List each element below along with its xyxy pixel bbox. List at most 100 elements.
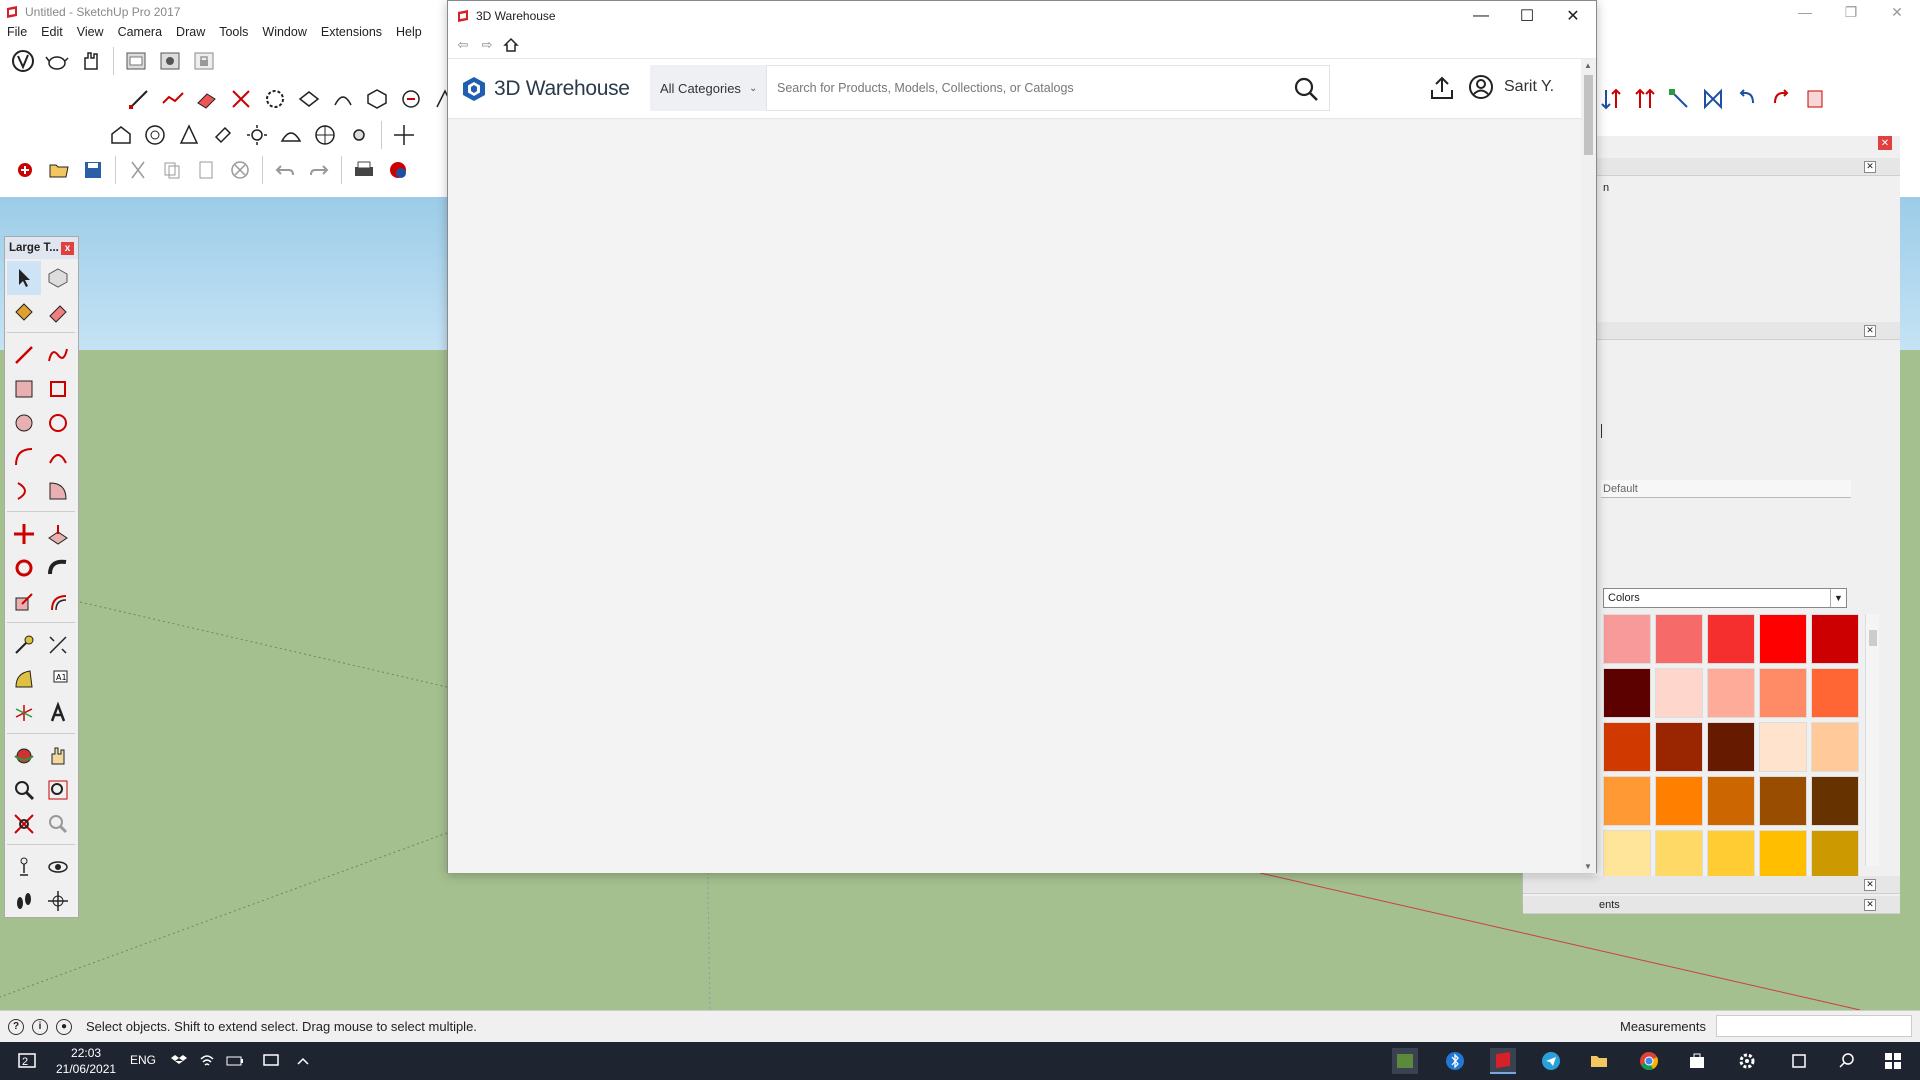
arc-tool-icon[interactable] xyxy=(7,440,41,474)
color-swatch[interactable] xyxy=(1759,722,1807,772)
color-swatch[interactable] xyxy=(1603,668,1651,718)
lock-icon[interactable] xyxy=(189,46,219,76)
rotate-left-icon[interactable] xyxy=(1732,84,1762,114)
freehand-icon[interactable] xyxy=(158,84,188,114)
settings-gear-icon[interactable] xyxy=(1734,1048,1760,1074)
bluetooth-icon[interactable] xyxy=(1442,1048,1468,1074)
geo-location-icon[interactable]: ? xyxy=(8,1018,24,1035)
color-swatch[interactable] xyxy=(1707,722,1755,772)
panel-close-icon[interactable]: ✕ xyxy=(1864,898,1876,911)
search-input[interactable] xyxy=(777,81,1277,95)
polygon-tool-icon[interactable] xyxy=(41,406,75,440)
axes-icon[interactable] xyxy=(1698,84,1728,114)
rectangle-tool-icon[interactable] xyxy=(7,372,41,406)
panel-close-icon[interactable]: ✕ xyxy=(1864,160,1876,173)
globe-icon[interactable] xyxy=(310,120,340,150)
pencil-line-icon[interactable] xyxy=(7,338,41,372)
color-swatch[interactable] xyxy=(1603,722,1651,772)
model-info-icon[interactable] xyxy=(383,155,413,185)
copy-icon[interactable] xyxy=(157,155,187,185)
color-swatch[interactable] xyxy=(1811,668,1859,718)
color-swatch[interactable] xyxy=(1655,776,1703,826)
menu-draw[interactable]: Draw xyxy=(169,25,212,39)
color-swatch[interactable] xyxy=(1603,830,1651,880)
new-file-icon[interactable] xyxy=(10,155,40,185)
color-swatch[interactable] xyxy=(1707,668,1755,718)
material-name-field[interactable]: Default xyxy=(1601,480,1851,498)
menu-window[interactable]: Window xyxy=(255,25,313,39)
open-folder-icon[interactable] xyxy=(44,155,74,185)
scale-icon[interactable] xyxy=(1664,84,1694,114)
erase-icon[interactable] xyxy=(225,155,255,185)
offset-icon[interactable] xyxy=(294,84,324,114)
home-icon[interactable] xyxy=(502,36,520,54)
color-swatch[interactable] xyxy=(1603,614,1651,664)
start-windows-icon[interactable] xyxy=(1880,1048,1906,1074)
color-swatch[interactable] xyxy=(1759,776,1807,826)
warehouse-close-button[interactable]: ✕ xyxy=(1550,1,1596,31)
scroll-up-icon[interactable]: ▲ xyxy=(1584,61,1592,70)
colors-select[interactable]: Colors ▼ xyxy=(1603,588,1847,608)
pan-hand-icon[interactable] xyxy=(41,739,75,773)
upload-icon[interactable] xyxy=(1430,75,1454,101)
color-swatch[interactable] xyxy=(1655,722,1703,772)
move-arrows-icon[interactable] xyxy=(389,120,419,150)
three-point-arc-icon[interactable] xyxy=(7,474,41,508)
cube-icon[interactable] xyxy=(362,84,392,114)
color-swatch[interactable] xyxy=(1707,614,1755,664)
freehand-tool-icon[interactable] xyxy=(41,338,75,372)
component-window-icon[interactable] xyxy=(121,46,151,76)
back-arrow-icon[interactable]: ⇦ xyxy=(454,36,472,54)
make-component-icon[interactable] xyxy=(41,261,75,295)
house-icon[interactable] xyxy=(106,120,136,150)
hand-icon[interactable] xyxy=(76,46,106,76)
search-taskbar-icon[interactable] xyxy=(1834,1048,1860,1074)
menu-view[interactable]: View xyxy=(70,25,111,39)
menu-extensions[interactable]: Extensions xyxy=(314,25,389,39)
credits-icon[interactable]: i xyxy=(32,1018,48,1035)
paint-bucket-icon[interactable] xyxy=(7,295,41,329)
paint-icon[interactable] xyxy=(208,120,238,150)
print-icon[interactable] xyxy=(349,155,379,185)
paste-icon[interactable] xyxy=(191,155,221,185)
orbit-icon[interactable] xyxy=(7,739,41,773)
app-taskbar-icon-1[interactable] xyxy=(1392,1048,1418,1074)
maximize-button[interactable]: ❐ xyxy=(1828,0,1874,24)
color-swatch[interactable] xyxy=(1811,776,1859,826)
select-tool-icon[interactable] xyxy=(7,261,41,295)
measurements-input[interactable] xyxy=(1716,1015,1912,1037)
color-swatch[interactable] xyxy=(1707,776,1755,826)
pull-arrows-icon[interactable] xyxy=(1630,84,1660,114)
undo-icon[interactable] xyxy=(270,155,300,185)
protractor-icon[interactable] xyxy=(7,662,41,696)
scale-tool-icon[interactable] xyxy=(7,585,41,619)
swatch-scrollbar[interactable] xyxy=(1865,614,1879,866)
fog-icon[interactable] xyxy=(344,120,374,150)
cone-icon[interactable] xyxy=(174,120,204,150)
position-camera-icon[interactable] xyxy=(7,850,41,884)
look-around-icon[interactable] xyxy=(41,850,75,884)
battery-icon[interactable] xyxy=(222,1048,248,1074)
warehouse-maximize-button[interactable]: ☐ xyxy=(1504,1,1550,31)
push-arrows-icon[interactable] xyxy=(1596,84,1626,114)
scroll-thumb[interactable] xyxy=(1869,630,1877,646)
warehouse-brand[interactable]: 3D Warehouse xyxy=(462,76,630,102)
line-tool-icon[interactable] xyxy=(124,84,154,114)
menu-file[interactable]: File xyxy=(0,25,34,39)
pie-tool-icon[interactable] xyxy=(41,474,75,508)
color-swatch[interactable] xyxy=(1811,722,1859,772)
eraser-tool-icon[interactable] xyxy=(41,295,75,329)
two-point-arc-icon[interactable] xyxy=(41,440,75,474)
display-icon[interactable] xyxy=(258,1048,284,1074)
menu-camera[interactable]: Camera xyxy=(111,25,169,39)
task-view-icon[interactable] xyxy=(1786,1048,1812,1074)
tray-panel-header-3[interactable]: ✕ xyxy=(1523,876,1900,894)
color-swatch[interactable] xyxy=(1655,830,1703,880)
zoom-window-icon[interactable] xyxy=(41,773,75,807)
color-swatch[interactable] xyxy=(1811,614,1859,664)
language-indicator[interactable]: ENG xyxy=(130,1053,156,1067)
color-swatch[interactable] xyxy=(1707,830,1755,880)
zoom-extents-icon[interactable] xyxy=(7,807,41,841)
circle-tool-icon[interactable] xyxy=(7,406,41,440)
dropbox-icon[interactable] xyxy=(166,1048,192,1074)
